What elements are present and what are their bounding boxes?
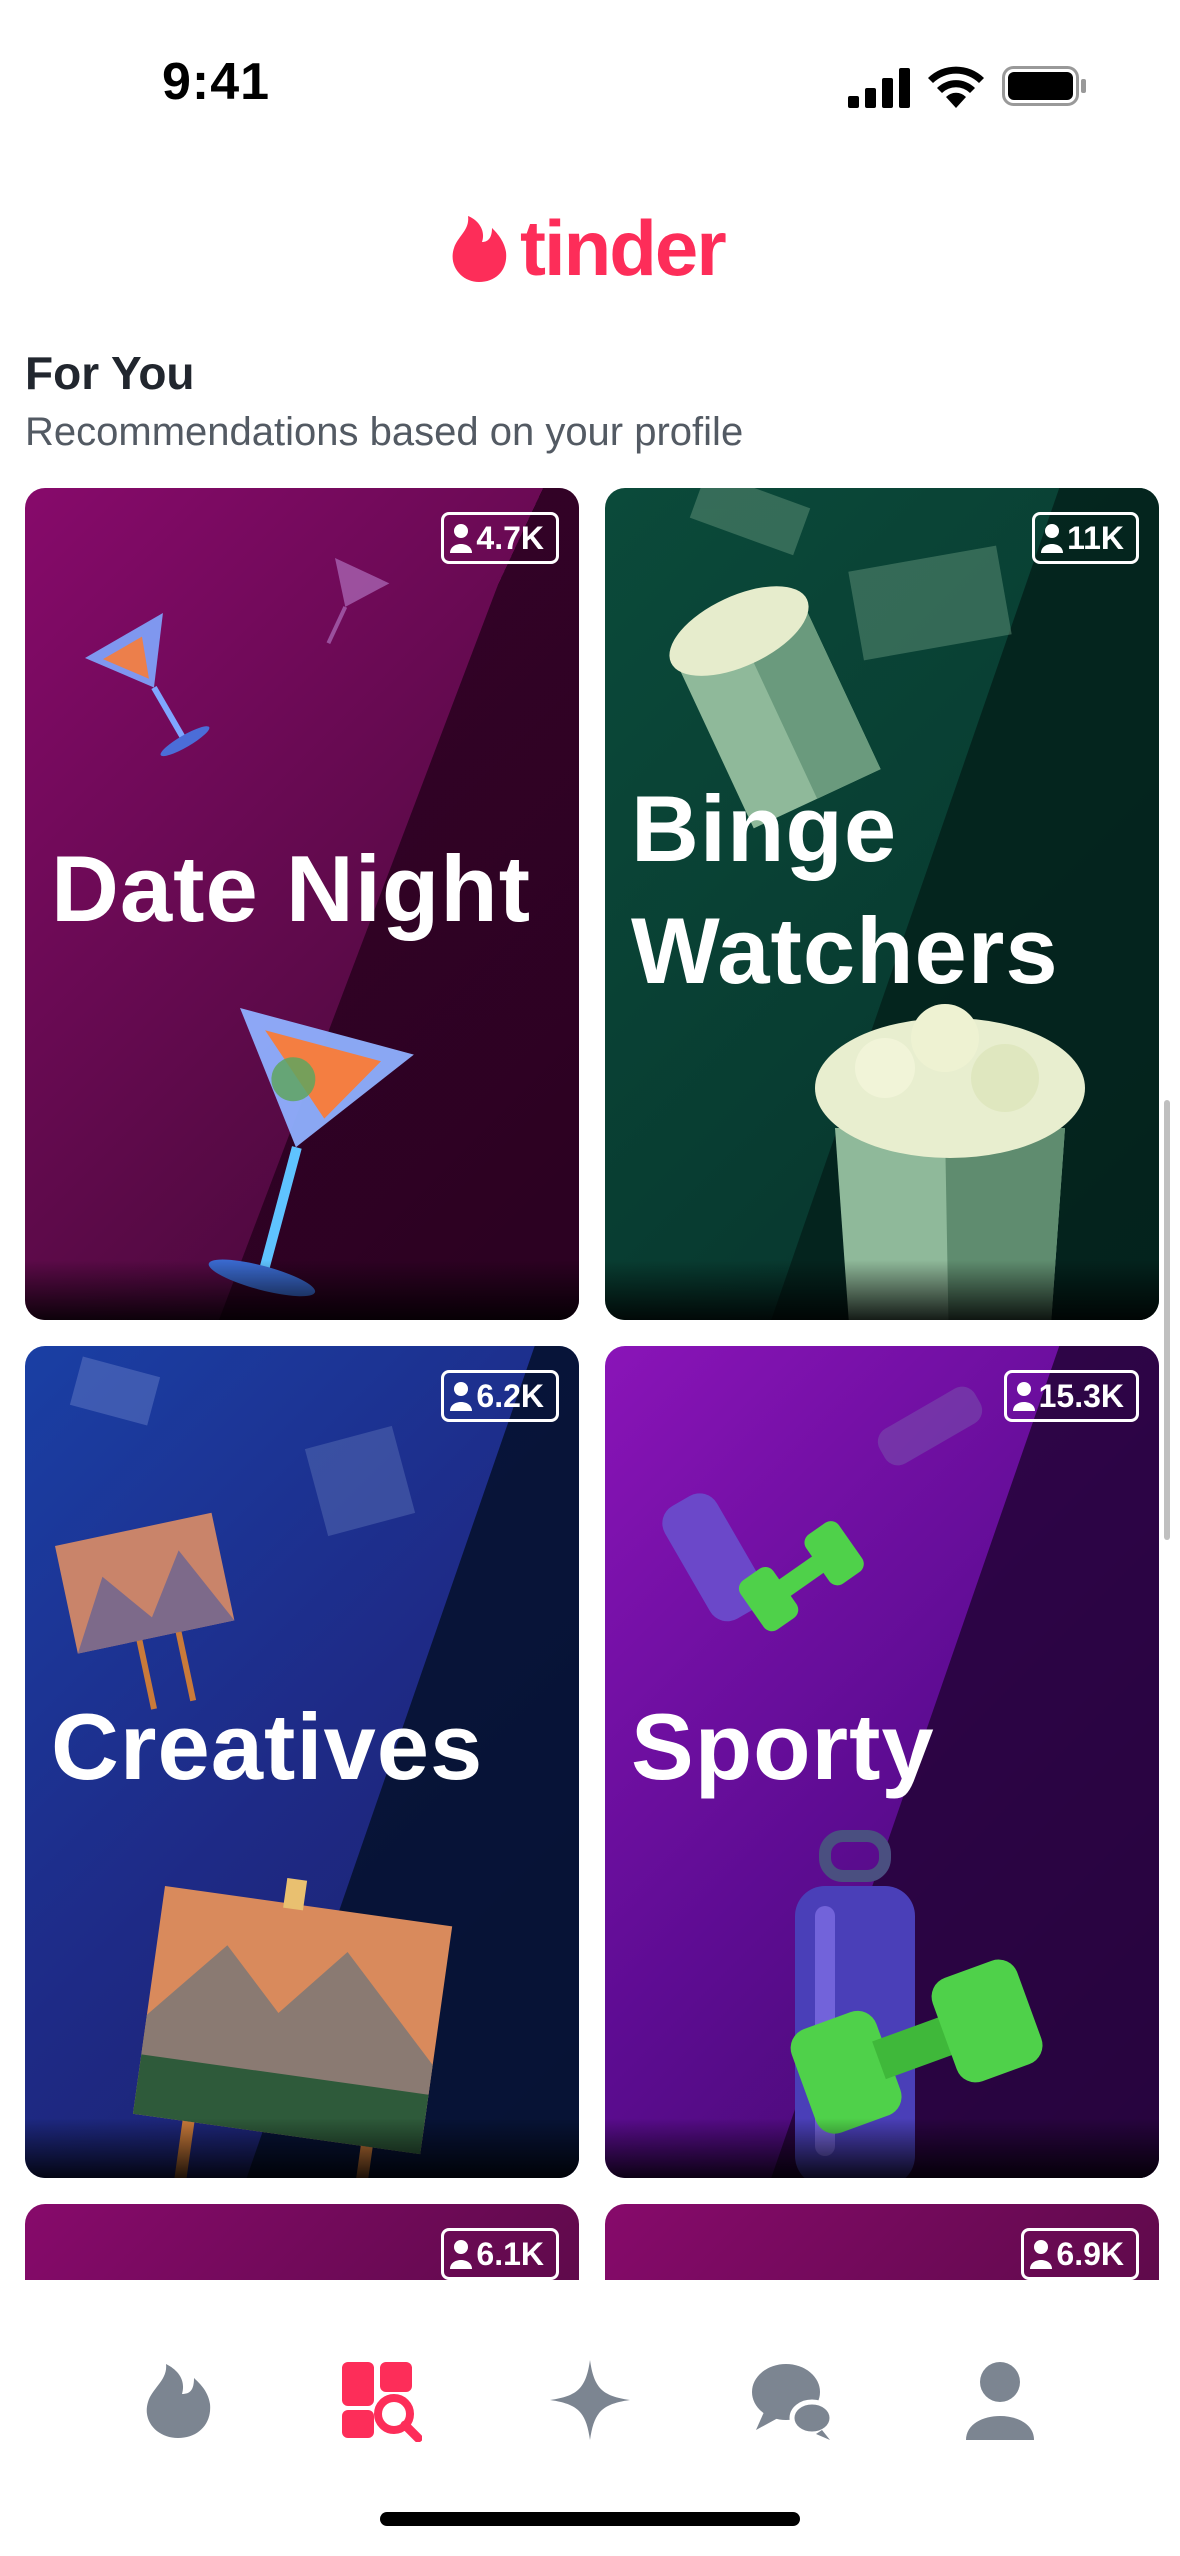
signal-icon <box>848 68 910 108</box>
member-count: 15.3K <box>1038 1377 1124 1414</box>
section-subtitle: Recommendations based on your profile <box>25 410 744 454</box>
member-count: 6.2K <box>476 1377 544 1414</box>
person-icon <box>450 2240 473 2269</box>
member-count: 4.7K <box>476 519 544 556</box>
member-count-badge: 15.3K <box>1003 1370 1139 1422</box>
tab-profile[interactable] <box>950 2350 1050 2450</box>
status-bar: 9:41 <box>0 0 1180 170</box>
member-count-badge: 11K <box>1032 512 1139 564</box>
person-icon <box>1030 2240 1053 2269</box>
card-title: Date Night <box>51 836 531 941</box>
explore-icon <box>342 2362 422 2442</box>
member-count: 11K <box>1067 519 1124 556</box>
scrollbar-thumb[interactable] <box>1164 1100 1170 1540</box>
home-indicator <box>380 2512 800 2526</box>
wifi-icon <box>928 66 984 108</box>
profile-icon <box>966 2362 1034 2440</box>
member-count: 6.9K <box>1056 2235 1124 2272</box>
person-icon <box>1041 524 1064 553</box>
member-count-badge: 6.1K <box>441 2228 559 2280</box>
card-title: Sporty <box>631 1694 935 1799</box>
member-count: 6.1K <box>476 2235 544 2272</box>
person-icon <box>450 524 473 553</box>
battery-icon <box>1002 66 1086 106</box>
tab-chat[interactable] <box>742 2350 842 2450</box>
gold-sparkle-icon <box>550 2360 630 2440</box>
person-icon <box>450 1382 473 1411</box>
member-count-badge: 4.7K <box>441 512 559 564</box>
card-binge-watchers[interactable]: Binge Watchers 11K <box>605 488 1159 1320</box>
tinder-flame-icon <box>452 216 507 282</box>
tab-explore[interactable] <box>330 2350 430 2450</box>
card-sporty[interactable]: Sporty 15.3K <box>605 1346 1159 2178</box>
card-bottom-shade <box>25 1260 579 1320</box>
card-title: Creatives <box>51 1694 484 1799</box>
card-creatives[interactable]: Creatives 6.2K <box>25 1346 579 2178</box>
person-icon <box>1012 1382 1035 1411</box>
card-date-night[interactable]: Date Night 4.7K <box>25 488 579 1320</box>
member-count-badge: 6.9K <box>1021 2228 1139 2280</box>
card-bottom-shade <box>25 2118 579 2178</box>
tab-home[interactable] <box>128 2350 228 2450</box>
home-flame-icon <box>146 2364 211 2438</box>
member-count-badge: 6.2K <box>441 1370 559 1422</box>
tinder-logo: tinder <box>448 204 727 292</box>
section-title: For You <box>25 347 195 399</box>
card-bottom-shade <box>605 1260 1159 1320</box>
tab-gold[interactable] <box>540 2350 640 2450</box>
card-title: Binge Watchers <box>631 776 1059 1003</box>
status-time: 9:41 <box>162 53 271 111</box>
logo-text: tinder <box>520 204 727 292</box>
card-bottom-shade <box>605 2118 1159 2178</box>
chat-icon <box>752 2364 834 2440</box>
